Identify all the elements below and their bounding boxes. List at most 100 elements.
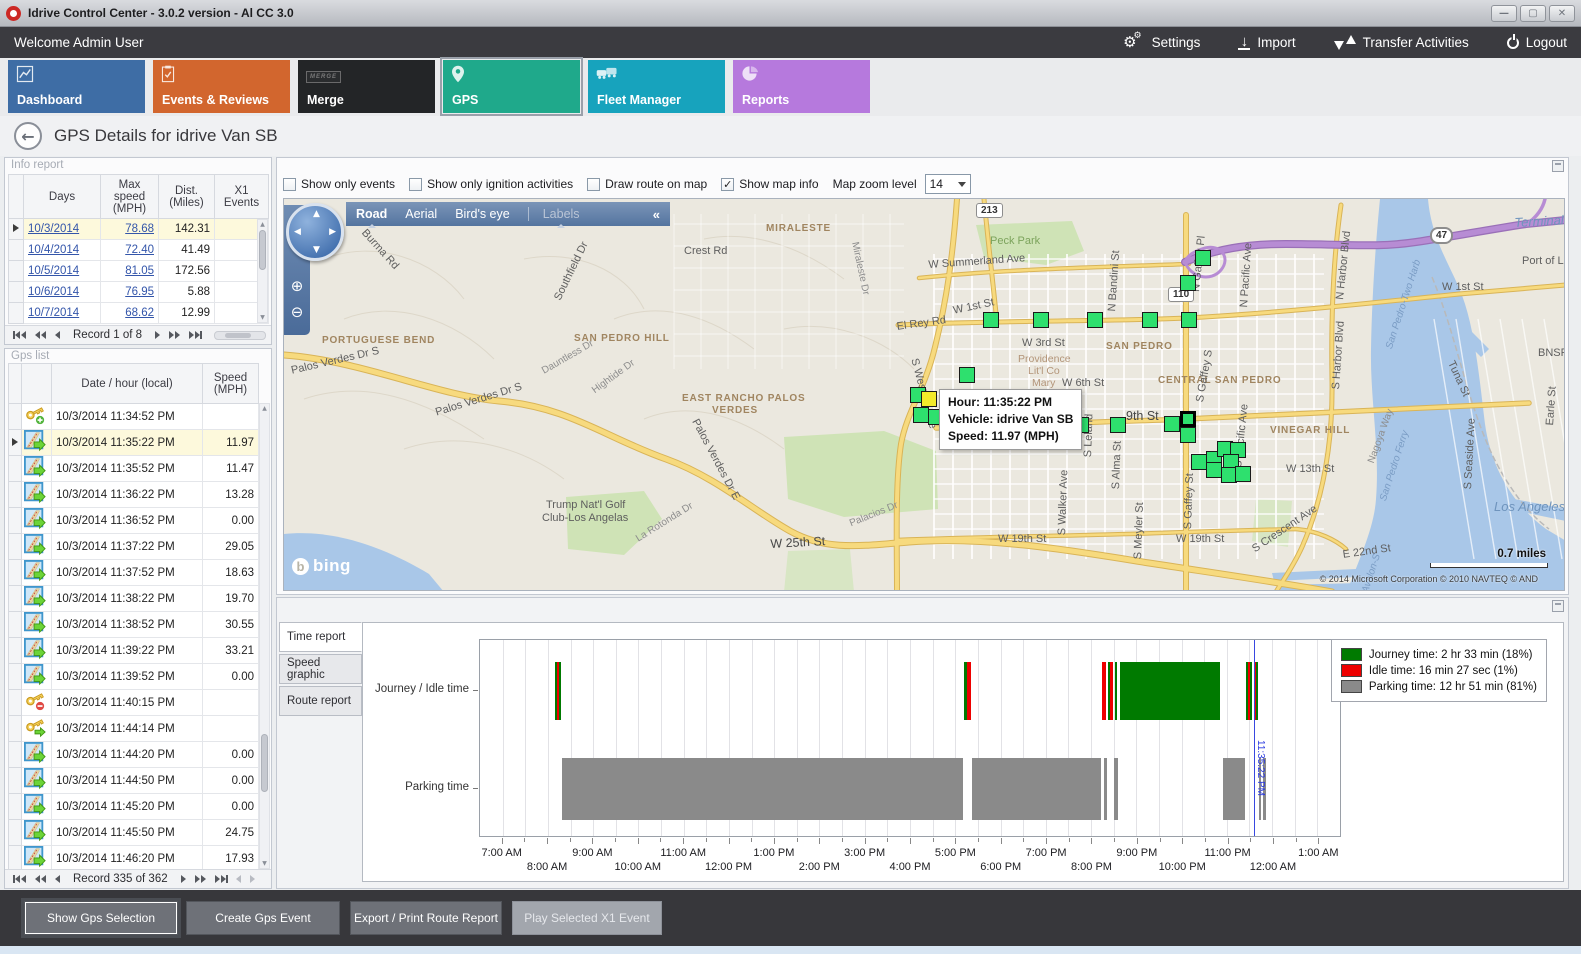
gps-marker[interactable]: [959, 367, 975, 383]
column-header[interactable]: X1 Events: [215, 175, 269, 219]
checkbox-show-map-info[interactable]: ✓Show map info: [721, 177, 818, 191]
gps-marker[interactable]: [1195, 250, 1211, 266]
tab-gps[interactable]: GPS: [443, 60, 580, 113]
gps-marker[interactable]: [1033, 312, 1049, 328]
table-row[interactable]: 10/5/201481.05172.56: [9, 261, 269, 282]
days-cell[interactable]: 10/4/2014: [24, 240, 101, 261]
column-header[interactable]: Dist. (Miles): [159, 175, 215, 219]
gps-marker[interactable]: [913, 407, 929, 423]
info-scrollbar[interactable]: ▲ ▼: [257, 219, 268, 323]
map-toolbar-collapse-icon[interactable]: «: [653, 207, 660, 222]
list-item[interactable]: 10/3/2014 11:37:52 PM18.63: [9, 560, 259, 586]
pager-first-button[interactable]: [13, 331, 27, 339]
list-item[interactable]: 10/3/2014 11:45:50 PM24.75: [9, 820, 259, 846]
map-view-road[interactable]: Road: [356, 207, 387, 221]
pager-fast-prev-button[interactable]: [35, 331, 47, 339]
pager-next-button[interactable]: [180, 875, 186, 883]
tab-events-reviews[interactable]: Events & Reviews: [153, 60, 290, 113]
gps-marker[interactable]: [1235, 466, 1251, 482]
max-speed-cell[interactable]: 76.95: [101, 282, 159, 303]
table-row[interactable]: 10/3/201478.68142.31: [9, 219, 269, 240]
days-cell[interactable]: 10/7/2014: [24, 303, 101, 324]
max-speed-cell[interactable]: 72.40: [101, 240, 159, 261]
gps-marker[interactable]: [1181, 312, 1197, 328]
export-print-route-report-button[interactable]: Export / Print Route Report: [350, 901, 502, 935]
list-item[interactable]: 10/3/2014 11:34:52 PM: [9, 404, 259, 430]
tab-time-report[interactable]: Time report: [279, 622, 362, 652]
map-pan-compass[interactable]: ▲▼ ◀▶: [286, 203, 344, 261]
max-speed-cell[interactable]: 68.62: [101, 303, 159, 324]
gps-scrollbar[interactable]: ▲ ▼: [259, 403, 270, 869]
max-speed-cell[interactable]: 81.05: [101, 261, 159, 282]
column-header[interactable]: Date / hour (local): [52, 364, 203, 404]
pager-fast-next-button[interactable]: [194, 875, 206, 883]
list-item[interactable]: 10/3/2014 11:40:15 PM: [9, 690, 259, 716]
tab-merge[interactable]: MERGEMerge: [298, 60, 435, 113]
list-item[interactable]: 10/3/2014 11:38:52 PM30.55: [9, 612, 259, 638]
pager-fast-next-button[interactable]: [168, 331, 180, 339]
pager-last-button[interactable]: [188, 331, 202, 339]
list-item[interactable]: 10/3/2014 11:39:22 PM33.21: [9, 638, 259, 664]
list-item[interactable]: 10/3/2014 11:39:52 PM0.00: [9, 664, 259, 690]
list-item[interactable]: 10/3/2014 11:38:22 PM19.70: [9, 586, 259, 612]
tab-speed-graphic[interactable]: Speed graphic: [279, 654, 362, 684]
tab-dashboard[interactable]: Dashboard: [8, 60, 145, 113]
transfer-activities-button[interactable]: Transfer Activities: [1334, 35, 1469, 50]
import-button[interactable]: ↓Import: [1238, 35, 1295, 50]
column-header[interactable]: Days: [24, 175, 101, 219]
close-button[interactable]: ✕: [1549, 5, 1575, 22]
minimize-button[interactable]: —: [1491, 5, 1517, 22]
column-header[interactable]: Max speed (MPH): [101, 175, 159, 219]
list-item[interactable]: 10/3/2014 11:44:14 PM: [9, 716, 259, 742]
max-speed-cell[interactable]: 78.68: [101, 219, 159, 240]
list-item[interactable]: 10/3/2014 11:35:52 PM11.47: [9, 456, 259, 482]
maximize-button[interactable]: ▢: [1520, 5, 1546, 22]
list-item[interactable]: 10/3/2014 11:44:20 PM0.00: [9, 742, 259, 768]
gps-marker[interactable]: [1180, 427, 1196, 443]
back-icon[interactable]: ←: [14, 122, 42, 150]
gps-marker[interactable]: [1206, 462, 1222, 478]
list-item[interactable]: 10/3/2014 11:37:22 PM29.05: [9, 534, 259, 560]
settings-button[interactable]: ⚙⚙Settings: [1123, 35, 1200, 50]
gps-marker[interactable]: [1180, 275, 1196, 291]
pager-fast-prev-button[interactable]: [35, 875, 47, 883]
tab-fleet-manager[interactable]: Fleet Manager: [588, 60, 725, 113]
pager-next-button[interactable]: [154, 331, 160, 339]
pager-prev-button[interactable]: [55, 331, 61, 339]
gps-marker-current[interactable]: [921, 391, 937, 407]
gps-marker[interactable]: [1142, 312, 1158, 328]
column-header[interactable]: Speed (MPH): [203, 364, 259, 404]
days-cell[interactable]: 10/6/2014: [24, 282, 101, 303]
create-gps-event-button[interactable]: Create Gps Event: [186, 901, 340, 935]
map-view-birdseye[interactable]: Bird's eye: [455, 207, 510, 221]
table-row[interactable]: 10/4/201472.4041.49: [9, 240, 269, 261]
days-cell[interactable]: 10/3/2014: [24, 219, 101, 240]
checkbox-draw-route-on-map[interactable]: Draw route on map: [587, 177, 707, 191]
pager-hscrollbar[interactable]: [214, 331, 266, 340]
map-view-aerial[interactable]: Aerial: [405, 207, 437, 221]
gps-marker[interactable]: [1164, 416, 1180, 432]
gps-marker[interactable]: [1191, 454, 1207, 470]
tab-reports[interactable]: Reports: [733, 60, 870, 113]
checkbox-show-only-events[interactable]: Show only events: [283, 177, 395, 191]
gps-marker[interactable]: [1087, 312, 1103, 328]
list-item[interactable]: 10/3/2014 11:36:22 PM13.28: [9, 482, 259, 508]
list-item[interactable]: 10/3/2014 11:46:20 PM17.93: [9, 846, 259, 870]
map[interactable]: MiralesteMiraleste DrPeck ParkW Summerla…: [283, 198, 1565, 591]
gps-marker[interactable]: [983, 312, 999, 328]
map-zoom-level-select[interactable]: 14: [925, 174, 971, 194]
list-item[interactable]: 10/3/2014 11:45:20 PM0.00: [9, 794, 259, 820]
list-item[interactable]: 10/3/2014 11:44:50 PM0.00: [9, 768, 259, 794]
gps-marker[interactable]: [1110, 417, 1126, 433]
tab-route-report[interactable]: Route report: [279, 686, 362, 716]
pager-prev-button[interactable]: [55, 875, 61, 883]
map-panel-collapse-icon[interactable]: [1552, 160, 1564, 172]
checkbox-show-only-ignition-activities[interactable]: Show only ignition activities: [409, 177, 573, 191]
zoom-in-icon[interactable]: ⊕: [287, 275, 307, 297]
show-gps-selection-button[interactable]: Show Gps Selection: [24, 901, 178, 935]
chart-panel-collapse-icon[interactable]: [1552, 600, 1564, 612]
logout-button[interactable]: Logout: [1507, 35, 1567, 50]
list-item[interactable]: 10/3/2014 11:36:52 PM0.00: [9, 508, 259, 534]
zoom-out-icon[interactable]: ⊖: [287, 301, 307, 323]
table-row[interactable]: 10/7/201468.6212.99: [9, 303, 269, 324]
